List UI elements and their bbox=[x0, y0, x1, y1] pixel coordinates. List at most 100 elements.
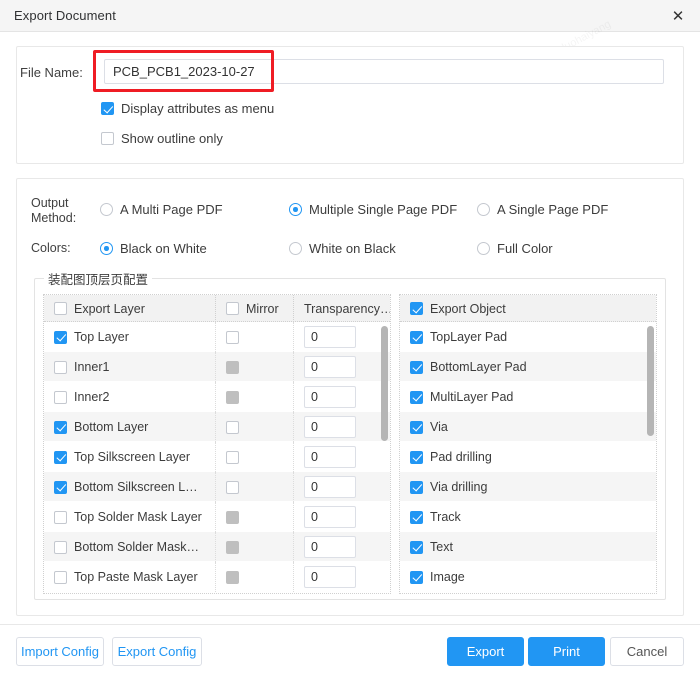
layer-table-row[interactable]: Top Solder Mask Layer bbox=[44, 502, 390, 532]
object-table-row[interactable]: Image bbox=[400, 562, 656, 592]
show-outline-checkbox-row[interactable]: Show outline only bbox=[101, 131, 223, 146]
object-name-cell[interactable]: Image bbox=[400, 562, 656, 592]
show-outline-checkbox[interactable] bbox=[101, 132, 114, 145]
transparency-cell[interactable] bbox=[294, 532, 390, 562]
select-all-layers-checkbox[interactable] bbox=[54, 302, 67, 315]
transparency-cell[interactable] bbox=[294, 322, 390, 352]
mirror-cell[interactable] bbox=[216, 442, 294, 472]
export-layer-checkbox[interactable] bbox=[54, 330, 67, 344]
object-name-cell[interactable]: Via bbox=[400, 412, 656, 442]
export-layer-checkbox[interactable] bbox=[54, 420, 67, 434]
object-table-header-export-object[interactable]: Export Object bbox=[400, 295, 656, 322]
mirror-cell[interactable] bbox=[216, 532, 294, 562]
object-name-cell[interactable]: Text bbox=[400, 532, 656, 562]
layer-table-header-mirror[interactable]: Mirror bbox=[216, 295, 294, 322]
export-object-checkbox[interactable] bbox=[410, 570, 423, 584]
export-layer-checkbox[interactable] bbox=[54, 480, 67, 494]
object-table-row[interactable]: Pad drilling bbox=[400, 442, 656, 472]
transparency-cell[interactable] bbox=[294, 562, 390, 592]
output-method-a-single-page-pdf[interactable]: A Single Page PDF bbox=[477, 202, 608, 217]
layer-table-header-export-layer[interactable]: Export Layer bbox=[44, 295, 216, 322]
layer-name-cell[interactable]: Top Layer bbox=[44, 322, 216, 352]
export-object-checkbox[interactable] bbox=[410, 450, 423, 464]
transparency-cell[interactable] bbox=[294, 352, 390, 382]
transparency-input[interactable] bbox=[304, 476, 356, 498]
output-method-multiple-single-page-pdf[interactable]: Multiple Single Page PDF bbox=[289, 202, 457, 217]
object-name-cell[interactable]: Via drilling bbox=[400, 472, 656, 502]
layer-name-cell[interactable]: Inner1 bbox=[44, 352, 216, 382]
layer-table-row[interactable]: Bottom Silkscreen L… bbox=[44, 472, 390, 502]
object-table-row[interactable]: BottomLayer Pad bbox=[400, 352, 656, 382]
transparency-input[interactable] bbox=[304, 536, 356, 558]
export-layer-checkbox[interactable] bbox=[54, 360, 67, 374]
export-object-checkbox[interactable] bbox=[410, 540, 423, 554]
mirror-cell[interactable] bbox=[216, 472, 294, 502]
layer-name-cell[interactable]: Top Paste Mask Layer bbox=[44, 562, 216, 592]
object-name-cell[interactable]: TopLayer Pad bbox=[400, 322, 656, 352]
select-all-mirror-checkbox[interactable] bbox=[226, 302, 239, 315]
export-layer-checkbox[interactable] bbox=[54, 390, 67, 404]
mirror-checkbox[interactable] bbox=[226, 330, 239, 344]
layer-table-row[interactable]: Top Silkscreen Layer bbox=[44, 442, 390, 472]
export-object-checkbox[interactable] bbox=[410, 330, 423, 344]
radio-icon[interactable] bbox=[477, 203, 490, 216]
layer-name-cell[interactable]: Bottom Silkscreen L… bbox=[44, 472, 216, 502]
object-name-cell[interactable]: BottomLayer Pad bbox=[400, 352, 656, 382]
export-layer-checkbox[interactable] bbox=[54, 570, 67, 584]
layer-table-row[interactable]: Bottom Layer bbox=[44, 412, 390, 442]
object-table-row[interactable]: MultiLayer Pad bbox=[400, 382, 656, 412]
export-config-button[interactable]: Export Config bbox=[112, 637, 202, 666]
export-layer-checkbox[interactable] bbox=[54, 540, 67, 554]
file-name-input[interactable] bbox=[104, 59, 664, 84]
import-config-button[interactable]: Import Config bbox=[16, 637, 104, 666]
transparency-input[interactable] bbox=[304, 566, 356, 588]
object-table-row[interactable]: Track bbox=[400, 502, 656, 532]
transparency-input[interactable] bbox=[304, 386, 356, 408]
layer-table-scrollbar[interactable] bbox=[381, 326, 388, 441]
colors-black-on-white[interactable]: Black on White bbox=[100, 241, 207, 256]
object-table-row[interactable]: Text bbox=[400, 532, 656, 562]
radio-icon[interactable] bbox=[289, 203, 302, 216]
transparency-input[interactable] bbox=[304, 446, 356, 468]
transparency-cell[interactable] bbox=[294, 412, 390, 442]
radio-icon[interactable] bbox=[100, 203, 113, 216]
layer-table-row[interactable]: Inner1 bbox=[44, 352, 390, 382]
layer-name-cell[interactable]: Top Silkscreen Layer bbox=[44, 442, 216, 472]
colors-white-on-black[interactable]: White on Black bbox=[289, 241, 396, 256]
object-name-cell[interactable]: Pad drilling bbox=[400, 442, 656, 472]
close-icon[interactable]: ✕ bbox=[656, 0, 700, 31]
select-all-objects-checkbox[interactable] bbox=[410, 302, 423, 315]
layer-name-cell[interactable]: Top Solder Mask Layer bbox=[44, 502, 216, 532]
transparency-cell[interactable] bbox=[294, 442, 390, 472]
mirror-cell[interactable] bbox=[216, 352, 294, 382]
cancel-button[interactable]: Cancel bbox=[610, 637, 684, 666]
display-attributes-checkbox[interactable] bbox=[101, 102, 114, 115]
export-layer-checkbox[interactable] bbox=[54, 450, 67, 464]
transparency-cell[interactable] bbox=[294, 382, 390, 412]
layer-table-row[interactable]: Top Layer bbox=[44, 322, 390, 352]
export-layer-checkbox[interactable] bbox=[54, 510, 67, 524]
mirror-checkbox[interactable] bbox=[226, 450, 239, 464]
export-object-checkbox[interactable] bbox=[410, 390, 423, 404]
radio-icon[interactable] bbox=[477, 242, 490, 255]
object-table-row[interactable]: Via drilling bbox=[400, 472, 656, 502]
export-object-checkbox[interactable] bbox=[410, 420, 423, 434]
object-name-cell[interactable]: MultiLayer Pad bbox=[400, 382, 656, 412]
object-table-row[interactable]: Via bbox=[400, 412, 656, 442]
layer-table-row[interactable]: Inner2 bbox=[44, 382, 390, 412]
print-button[interactable]: Print bbox=[528, 637, 605, 666]
layer-table-row[interactable]: Top Paste Mask Layer bbox=[44, 562, 390, 592]
transparency-cell[interactable] bbox=[294, 472, 390, 502]
export-object-checkbox[interactable] bbox=[410, 360, 423, 374]
transparency-input[interactable] bbox=[304, 356, 356, 378]
transparency-cell[interactable] bbox=[294, 502, 390, 532]
mirror-checkbox[interactable] bbox=[226, 480, 239, 494]
object-table-scrollbar[interactable] bbox=[647, 326, 654, 436]
export-object-checkbox[interactable] bbox=[410, 510, 423, 524]
transparency-input[interactable] bbox=[304, 326, 356, 348]
layer-table-row[interactable]: Bottom Solder Mask… bbox=[44, 532, 390, 562]
object-table-row[interactable]: TopLayer Pad bbox=[400, 322, 656, 352]
mirror-cell[interactable] bbox=[216, 382, 294, 412]
layer-name-cell[interactable]: Inner2 bbox=[44, 382, 216, 412]
export-object-checkbox[interactable] bbox=[410, 480, 423, 494]
